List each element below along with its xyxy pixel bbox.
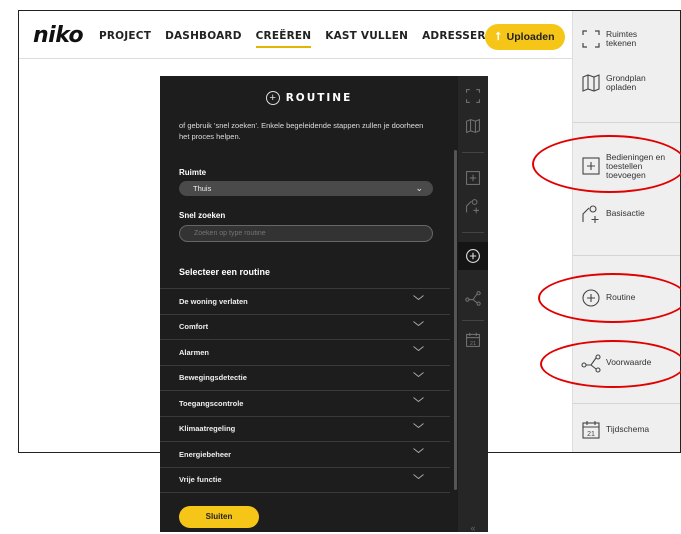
rail-divider [462,152,484,153]
rail-divider [462,320,484,321]
annotation-ring-routine [538,273,681,323]
calendar-day: 21 [587,431,595,438]
condition-branch-icon[interactable] [465,290,481,306]
dialog-tool-rail: 21 « [458,76,488,534]
sidebar-item-basisactie[interactable]: Basisactie [573,199,680,229]
draw-room-icon [581,29,601,49]
routine-item-label: Toegangscontrole [179,398,244,408]
chevron-down-icon [413,473,424,479]
calendar-21-icon[interactable]: 21 [465,332,481,348]
calendar-21-icon: 21 [581,420,601,440]
routine-item-label: Klimaatregeling [179,424,236,434]
sidebar-label: Basisactie [606,208,645,218]
upload-arrow-icon: ⭡ [495,30,501,43]
niko-logo: niko [33,23,84,48]
dialog-scrollbar[interactable] [454,150,457,490]
routine-item[interactable]: Comfort [160,315,450,340]
chevron-down-icon [413,371,424,377]
sidebar-item-tijdschema[interactable]: 21 Tijdschema [573,415,680,445]
main-nav: PROJECT DASHBOARD CREËREN KAST VULLEN AD… [99,30,502,48]
upload-label: Uploaden [506,31,555,43]
chevron-down-icon: ⌄ [415,183,423,193]
floorplan-map-icon[interactable] [465,118,481,134]
draw-room-icon[interactable] [465,88,481,104]
search-label: Snel zoeken [179,211,226,220]
room-label: Ruimte [179,168,207,177]
routine-item[interactable]: Toegangscontrole [160,391,450,417]
sidebar-label: Ruimtes tekenen [606,29,638,48]
basic-action-icon[interactable] [465,198,481,214]
chevron-down-icon [413,448,424,454]
nav-kast-vullen[interactable]: KAST VULLEN [325,30,408,48]
chevron-down-icon [413,320,424,326]
dialog-title: ROUTINE [285,92,353,104]
sidebar-item-grondplan[interactable]: Grondplan opladen [573,67,680,99]
dialog-intro-text: of gebruik 'snel zoeken'. Enkele begelei… [179,121,424,141]
chevron-down-icon [413,397,424,403]
collapse-icon[interactable]: « [465,520,481,534]
annotation-ring-voorwaarde [540,340,681,388]
dialog-header: + ROUTINE [160,76,458,120]
routine-item[interactable]: De woning verlaten [160,289,450,315]
chevron-down-icon [413,295,424,301]
basic-action-icon [581,204,601,224]
nav-dashboard[interactable]: DASHBOARD [165,30,242,48]
routine-list: De woning verlaten Comfort Alarmen Beweg… [160,288,450,493]
chevron-down-icon [413,422,424,428]
routine-item-label: Energiebeheer [179,449,232,459]
add-square-icon[interactable] [465,170,481,186]
calendar-day: 21 [470,341,476,347]
search-input[interactable] [179,225,433,242]
routine-item[interactable]: Vrije functie [160,468,450,493]
annotation-ring-bedieningen [532,135,681,193]
sidebar-item-ruimtes-tekenen[interactable]: Ruimtes tekenen [573,23,680,55]
routine-item[interactable]: Klimaatregeling [160,417,450,442]
routine-item-label: Vrije functie [179,475,222,485]
sidebar-label: Tijdschema [606,424,650,434]
routine-item-label: Comfort [179,322,209,332]
room-select[interactable]: Thuis ⌄ [179,181,433,196]
room-select-value: Thuis [193,184,212,193]
routine-item[interactable]: Energiebeheer [160,442,450,468]
rail-divider [462,232,484,233]
routine-item[interactable]: Alarmen [160,340,450,366]
chevron-down-icon [413,346,424,352]
routine-item-label: De woning verlaten [179,296,248,306]
plus-circle-icon: + [265,91,280,105]
sidebar-label: Grondplan opladen [606,73,646,92]
close-button[interactable]: Sluiten [179,506,259,528]
routine-item-label: Bewegingsdetectie [179,373,247,383]
routine-item-label: Alarmen [179,347,210,357]
nav-creeren[interactable]: CREËREN [255,30,312,48]
floorplan-map-icon [581,73,601,93]
routine-item[interactable]: Bewegingsdetectie [160,366,450,391]
nav-project[interactable]: PROJECT [99,30,151,48]
routine-plus-circle-icon[interactable] [465,248,481,264]
upload-button[interactable]: ⭡ Uploaden [485,24,565,50]
select-routine-title: Selecteer een routine [179,267,271,277]
routine-dialog: + ROUTINE of gebruik 'snel zoeken'. Enke… [160,76,458,532]
